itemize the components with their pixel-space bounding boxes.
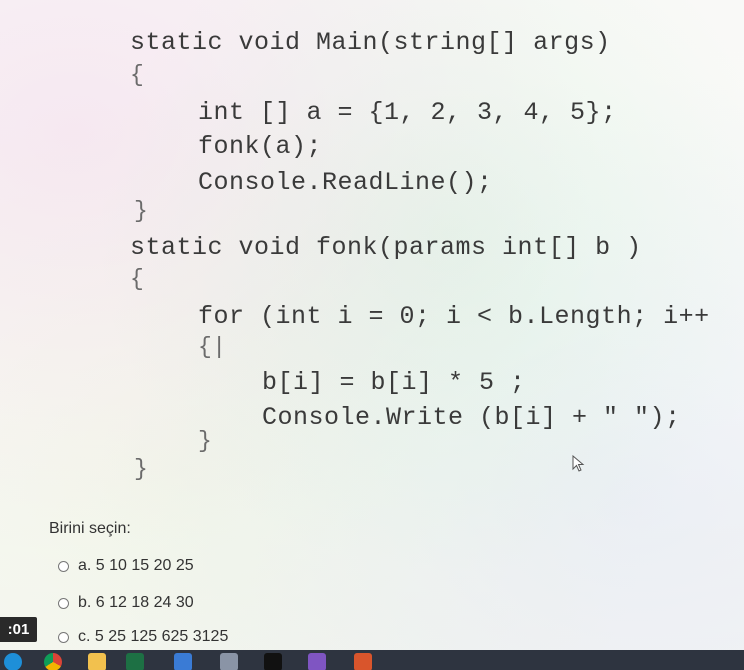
code-line-close-brace-2: }	[134, 456, 149, 482]
visual-studio-icon[interactable]	[308, 653, 326, 670]
file-explorer-icon[interactable]	[88, 653, 106, 670]
answer-option-c[interactable]: c. 5 25 125 625 3125	[58, 626, 228, 648]
terminal-icon[interactable]	[264, 653, 282, 670]
code-line-console-write: Console.Write (b[i] + " ");	[262, 403, 681, 432]
answer-option-b[interactable]: b. 6 12 18 24 30	[58, 592, 194, 614]
radio-c[interactable]	[58, 631, 69, 643]
code-line-open-brace: {	[130, 62, 145, 88]
excel-icon[interactable]	[126, 653, 144, 670]
radio-a[interactable]	[58, 560, 69, 572]
code-line-multiply: b[i] = b[i] * 5 ;	[262, 368, 526, 397]
code-line-array-decl: int [] a = {1, 2, 3, 4, 5};	[198, 98, 617, 127]
taskbar	[0, 650, 744, 670]
box-icon[interactable]	[220, 653, 238, 670]
radio-b[interactable]	[58, 597, 69, 609]
code-line-for-loop: for (int i = 0; i < b.Length; i++	[198, 302, 710, 331]
question-prompt: Birini seçin:	[49, 520, 131, 537]
code-line-readline: Console.ReadLine();	[198, 168, 493, 197]
code-line-fonk-call: fonk(a);	[198, 132, 323, 161]
code-line-close-brace: }	[134, 198, 149, 224]
code-line-fonk-signature: static void fonk(params int[] b )	[130, 233, 642, 262]
chrome-icon[interactable]	[44, 653, 62, 670]
edge-icon[interactable]	[4, 653, 22, 670]
answer-option-a-label: a. 5 10 15 20 25	[78, 557, 194, 574]
code-block: static void Main(string[] args) { int []…	[0, 0, 744, 500]
answer-option-c-label: c. 5 25 125 625 3125	[78, 628, 229, 645]
code-line-loop-close: }	[198, 428, 213, 454]
answer-option-a[interactable]: a. 5 10 15 20 25	[58, 555, 194, 577]
code-line-open-brace-2: {	[130, 266, 145, 292]
app-icon[interactable]	[174, 653, 192, 670]
app-icon-2[interactable]	[354, 653, 372, 670]
answer-option-b-label: b. 6 12 18 24 30	[78, 594, 194, 611]
code-line-loop-open: {|	[198, 334, 227, 360]
mouse-pointer-icon	[572, 455, 585, 472]
timer-badge: :01	[0, 617, 37, 642]
code-line-main-signature: static void Main(string[] args)	[130, 28, 611, 57]
